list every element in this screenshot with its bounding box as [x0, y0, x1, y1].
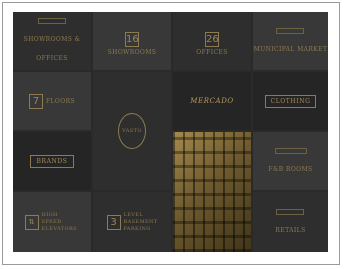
brochure-grid: SHOWROOMS & OFFICES 16 SHOWROOMS 26 OFFI… [13, 12, 328, 252]
vasto-logo-text: VASTO [122, 127, 142, 134]
badge-icon [274, 147, 307, 154]
tile-municipal-market[interactable]: MUNICIPAL MARKET [253, 12, 328, 70]
retails-label: RETAILS [275, 226, 306, 234]
tile-mercado[interactable]: MERCADO [173, 72, 251, 130]
tile-fb-rooms[interactable]: F&B ROOMS [253, 132, 328, 190]
parking-count: 3 [106, 214, 121, 230]
badge-icon [276, 208, 305, 215]
brands-label: BRANDS [30, 154, 74, 168]
badge-icon [38, 18, 66, 24]
mercado-label: MERCADO [190, 97, 234, 105]
tile-parking[interactable]: 3 LEVEL BASEMENT PARKING [93, 192, 171, 252]
logo-emblem-icon: VASTO [118, 113, 146, 149]
badge-icon [276, 27, 305, 34]
building-photo [173, 132, 251, 252]
municipal-market-label: MUNICIPAL MARKET [253, 45, 328, 53]
floors-label: FLOORS [45, 97, 75, 105]
showrooms-offices-label: SHOWROOMS & OFFICES [23, 36, 81, 62]
showrooms-count: 16 [124, 31, 139, 47]
tile-clothing[interactable]: CLOTHING [253, 72, 328, 130]
tile-floors[interactable]: 7 FLOORS [13, 72, 91, 130]
parking-label: LEVEL BASEMENT PARKING [123, 211, 158, 232]
elevator-icon: ⇅ [24, 214, 39, 230]
tile-showrooms-offices[interactable]: SHOWROOMS & OFFICES [13, 12, 91, 70]
tile-offices[interactable]: 26 OFFICES [173, 12, 251, 70]
offices-label: OFFICES [196, 48, 228, 56]
fb-rooms-label: F&B ROOMS [268, 165, 313, 173]
tile-retails[interactable]: RETAILS [253, 192, 328, 252]
tile-showrooms[interactable]: 16 SHOWROOMS [93, 12, 171, 70]
tile-vasto-logo[interactable]: VASTO [93, 72, 171, 190]
floors-count: 7 [28, 93, 43, 109]
tile-brands[interactable]: BRANDS [13, 132, 91, 190]
showrooms-label: SHOWROOMS [107, 48, 157, 56]
clothing-label: CLOTHING [264, 94, 317, 108]
offices-count: 26 [205, 31, 219, 47]
tile-elevators[interactable]: ⇅ HIGH SPEED ELEVATORS [13, 192, 91, 252]
elevators-label: HIGH SPEED ELEVATORS [41, 211, 77, 232]
